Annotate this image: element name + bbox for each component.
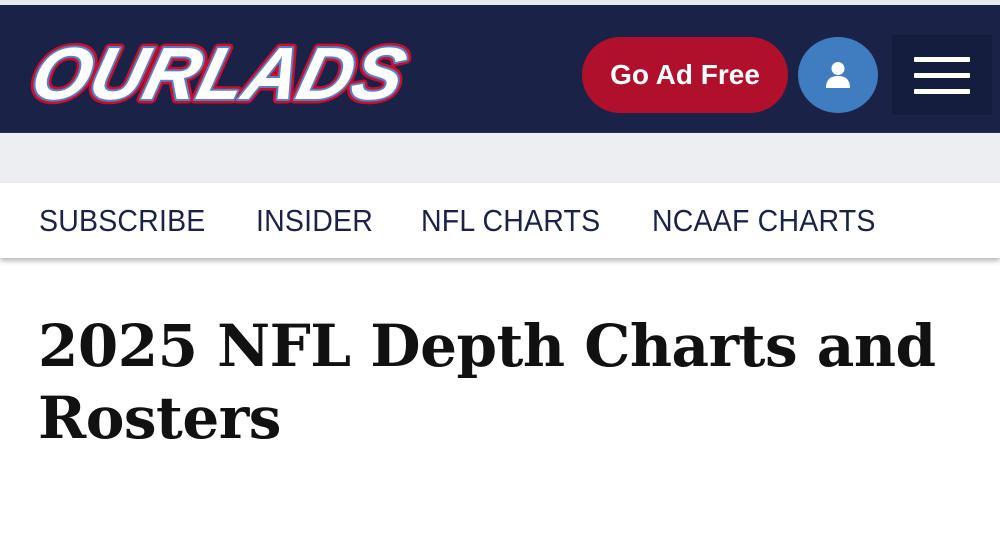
main-nav: SUBSCRIBE INSIDER NFL CHARTS NCAAF CHART… [0, 183, 1000, 258]
logo-wordmark: OURLADS OURLADS OURLADS [22, 33, 412, 113]
logo-text: OURLADS [24, 33, 412, 113]
hamburger-menu-icon [914, 56, 970, 62]
page-title: 2025 NFL Depth Charts and Rosters [38, 312, 936, 452]
nav-item-nfl-charts[interactable]: NFL CHARTS [421, 203, 600, 239]
account-button[interactable] [798, 37, 878, 113]
ourlads-logo[interactable]: OURLADS OURLADS OURLADS [22, 33, 412, 113]
nav-item-insider[interactable]: INSIDER [256, 203, 373, 239]
nav-item-ncaaf-charts[interactable]: NCAAF CHARTS [652, 203, 876, 239]
go-ad-free-button[interactable]: Go Ad Free [582, 37, 788, 113]
site-header: OURLADS OURLADS OURLADS Go Ad Free [0, 5, 1000, 132]
nav-item-subscribe[interactable]: SUBSCRIBE [39, 203, 205, 239]
go-ad-free-label: Go Ad Free [610, 59, 760, 90]
user-icon [826, 62, 850, 88]
hamburger-menu-button[interactable] [892, 35, 992, 115]
header-spacer-band [0, 132, 1000, 183]
